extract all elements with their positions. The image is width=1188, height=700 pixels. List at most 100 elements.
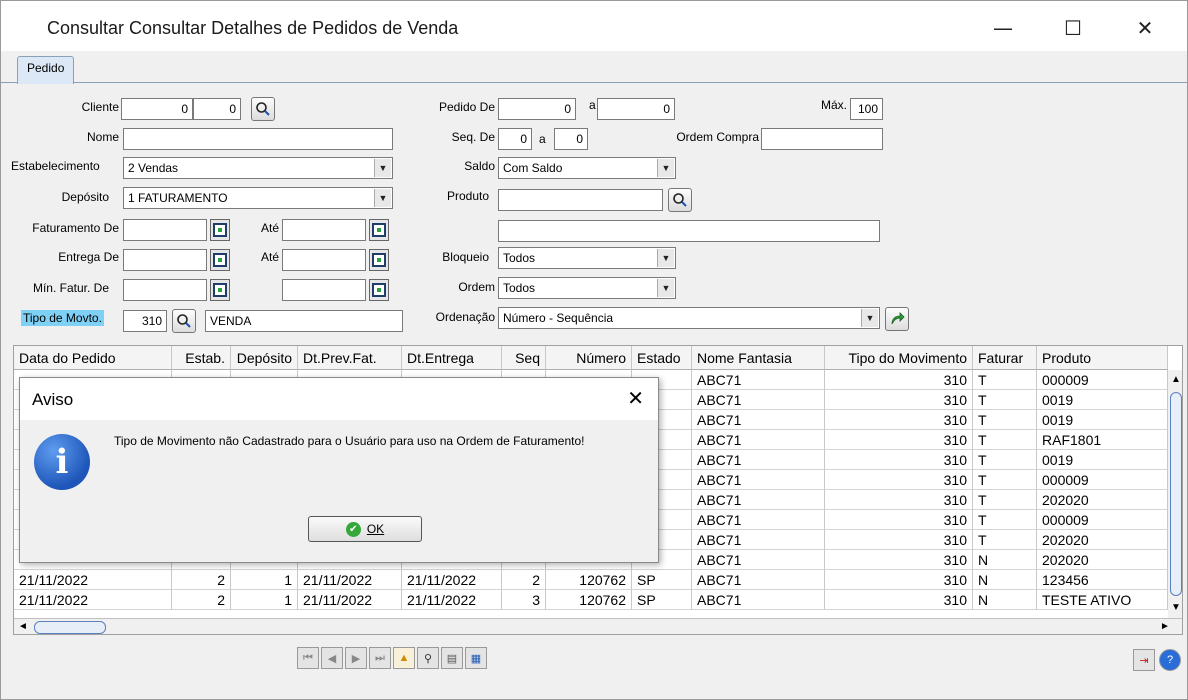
table-cell: 2: [502, 570, 546, 590]
horizontal-scrollbar[interactable]: ◄ ►: [14, 618, 1182, 634]
calendar-icon[interactable]: [210, 249, 230, 271]
produto-input[interactable]: [498, 189, 663, 211]
next-record-icon[interactable]: ▶: [345, 647, 367, 669]
up-icon[interactable]: ▲: [393, 647, 415, 669]
table-cell: SP: [632, 590, 692, 610]
column-header[interactable]: Número: [546, 346, 632, 370]
seq-a-label: a: [539, 132, 546, 146]
table-row[interactable]: 21/11/2022 2 1 21/11/2022 21/11/2022 3 120762 S…: [14, 590, 1168, 610]
dialog-close-button[interactable]: ✕: [627, 386, 644, 410]
refresh-button[interactable]: [885, 307, 909, 331]
table-cell: T: [973, 510, 1037, 530]
column-header[interactable]: Tipo do Movimento: [825, 346, 973, 370]
column-header[interactable]: Estab.: [172, 346, 231, 370]
minimize-button[interactable]: —: [983, 11, 1023, 45]
bloqueio-label: Bloqueio: [442, 250, 489, 264]
column-header[interactable]: Estado: [632, 346, 692, 370]
column-header[interactable]: Nome Fantasia: [692, 346, 825, 370]
table-cell: 21/11/2022: [402, 590, 502, 610]
ordenacao-select[interactable]: Número - Sequência ▼: [498, 307, 880, 329]
exit-icon[interactable]: ⇥: [1133, 649, 1155, 671]
tipo-movto-code-input[interactable]: 310: [123, 310, 167, 332]
export-icon[interactable]: ▦: [465, 647, 487, 669]
seq-a-input[interactable]: 0: [554, 128, 588, 150]
prev-record-icon[interactable]: ◀: [321, 647, 343, 669]
cliente-input-a[interactable]: 0: [121, 98, 193, 120]
column-header[interactable]: Data do Pedido: [14, 346, 172, 370]
ordem-compra-input[interactable]: [761, 128, 883, 150]
saldo-select[interactable]: Com Saldo ▼: [498, 157, 676, 179]
min-fatur-input[interactable]: [123, 279, 207, 301]
table-row[interactable]: 21/11/2022 2 1 21/11/2022 21/11/2022 2 120762 S…: [14, 570, 1168, 590]
entrega-de-input[interactable]: [123, 249, 207, 271]
entrega-ate-input[interactable]: [282, 249, 366, 271]
table-cell: 310: [825, 430, 973, 450]
seq-de-input[interactable]: 0: [498, 128, 532, 150]
table-cell: N: [973, 550, 1037, 570]
scroll-right-icon[interactable]: ►: [1160, 621, 1170, 632]
chevron-down-icon: ▼: [657, 159, 674, 177]
calendar-icon[interactable]: [369, 249, 389, 271]
scroll-left-icon[interactable]: ◄: [18, 621, 28, 632]
estabelecimento-value: 2 Vendas: [128, 161, 179, 175]
search-icon: [256, 102, 270, 116]
tab-pedido[interactable]: Pedido: [17, 56, 75, 84]
dialog-title-bar: Aviso ✕: [20, 378, 658, 420]
table-cell: 310: [825, 570, 973, 590]
help-icon[interactable]: ?: [1159, 649, 1181, 671]
faturamento-ate-input[interactable]: [282, 219, 366, 241]
ok-button[interactable]: ✔ OK: [308, 516, 422, 542]
calendar-icon[interactable]: [369, 219, 389, 241]
chevron-down-icon: ▼: [657, 249, 674, 267]
scroll-down-icon[interactable]: ▼: [1171, 602, 1181, 613]
table-cell: 000009: [1037, 510, 1168, 530]
tipo-movto-search-button[interactable]: [172, 309, 196, 333]
tipo-movto-desc-input[interactable]: VENDA: [205, 310, 403, 332]
column-header[interactable]: Depósito: [231, 346, 298, 370]
table-cell: ABC71: [692, 570, 825, 590]
entrega-de-label: Entrega De: [58, 250, 119, 264]
nome-input[interactable]: [123, 128, 393, 150]
search-icon[interactable]: ⚲: [417, 647, 439, 669]
calendar-icon[interactable]: [369, 279, 389, 301]
max-input[interactable]: 100: [850, 98, 883, 120]
pedido-a-input[interactable]: 0: [597, 98, 675, 120]
first-record-icon[interactable]: ⏮: [297, 647, 319, 669]
deposito-select[interactable]: 1 FATURAMENTO ▼: [123, 187, 393, 209]
pedido-de-input[interactable]: 0: [498, 98, 576, 120]
bloqueio-select[interactable]: Todos ▼: [498, 247, 676, 269]
faturamento-ate-label: Até: [260, 221, 279, 235]
calendar-icon[interactable]: [210, 219, 230, 241]
produto-desc-input[interactable]: [498, 220, 880, 242]
column-header[interactable]: Seq: [502, 346, 546, 370]
dialog-title: Aviso: [32, 390, 74, 409]
grid-view-icon[interactable]: ▤: [441, 647, 463, 669]
maximize-button[interactable]: ☐: [1053, 11, 1093, 45]
cliente-label: Cliente: [81, 100, 119, 114]
estabelecimento-select[interactable]: 2 Vendas ▼: [123, 157, 393, 179]
faturamento-de-input[interactable]: [123, 219, 207, 241]
close-button[interactable]: ✕: [1125, 11, 1165, 45]
h-scroll-thumb[interactable]: [34, 621, 106, 634]
column-header[interactable]: Dt.Prev.Fat.: [298, 346, 402, 370]
scroll-thumb[interactable]: [1170, 392, 1182, 596]
table-cell: 0019: [1037, 390, 1168, 410]
calendar-icon[interactable]: [210, 279, 230, 301]
min-fatur-ate-input[interactable]: [282, 279, 366, 301]
cliente-search-button[interactable]: [251, 97, 275, 121]
last-record-icon[interactable]: ⏭: [369, 647, 391, 669]
table-cell: TESTE ATIVO: [1037, 590, 1168, 610]
column-header[interactable]: Dt.Entrega: [402, 346, 502, 370]
table-cell: 1: [231, 590, 298, 610]
produto-search-button[interactable]: [668, 188, 692, 212]
table-cell: 120762: [546, 570, 632, 590]
scroll-up-icon[interactable]: ▲: [1171, 374, 1181, 385]
cliente-input-b[interactable]: 0: [193, 98, 241, 120]
vertical-scrollbar[interactable]: ▲ ▼: [1168, 370, 1182, 618]
table-cell: T: [973, 490, 1037, 510]
table-cell: 310: [825, 510, 973, 530]
column-header[interactable]: Produto: [1037, 346, 1168, 370]
table-cell: ABC71: [692, 490, 825, 510]
column-header[interactable]: Faturar: [973, 346, 1037, 370]
ordem-select[interactable]: Todos ▼: [498, 277, 676, 299]
